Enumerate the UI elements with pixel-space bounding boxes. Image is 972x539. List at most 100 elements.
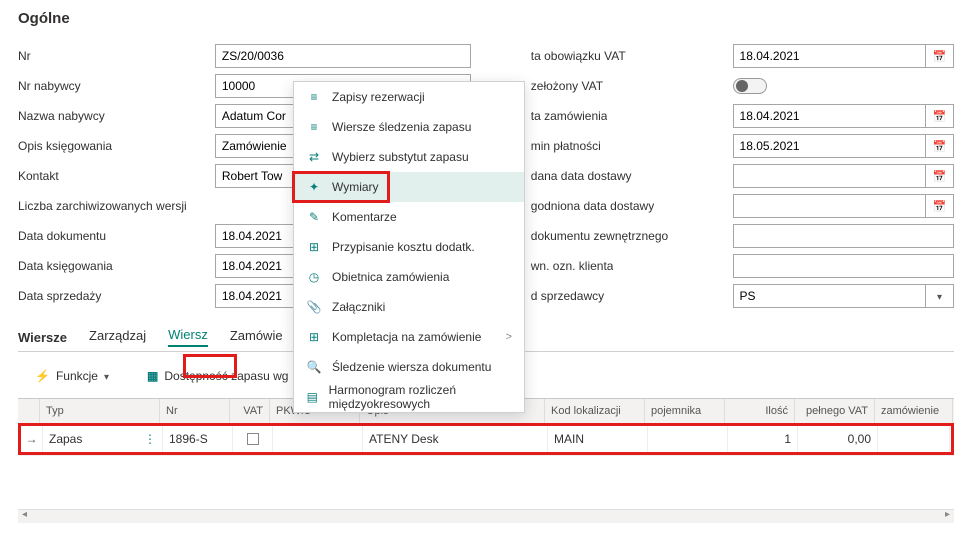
col-ilosc[interactable]: Ilość <box>725 399 795 423</box>
row-menu-icon[interactable]: ⋮ <box>144 432 156 446</box>
context-menu: ≡ Zapisy rezerwacji ≡ Wiersze śledzenia zap… <box>293 81 525 413</box>
tab-zarzadzaj[interactable]: Zarządzaj <box>89 328 146 346</box>
field-label: Kontakt <box>18 169 59 183</box>
field-label: Data sprzedaży <box>18 289 101 303</box>
field-label: Nr nabywcy <box>18 79 81 93</box>
date-input[interactable] <box>733 164 926 188</box>
menu-item[interactable]: ▤ Harmonogram rozliczeń międzyokresowych <box>294 382 524 412</box>
cell-pelnvat: 0,00 <box>798 426 878 452</box>
menu-label: Przypisanie kosztu dodatk. <box>332 240 475 254</box>
field-input[interactable] <box>215 44 471 68</box>
col-zamowienie[interactable]: zamówienie <box>875 399 953 423</box>
col-pojemnika[interactable]: pojemnika <box>645 399 725 423</box>
menu-icon: ✎ <box>306 209 322 225</box>
menu-label: Komentarze <box>332 210 397 224</box>
menu-label: Obietnica zamówienia <box>332 270 449 284</box>
toolbar-funkcje-label: Funkcje <box>56 369 98 383</box>
menu-item[interactable]: ◷ Obietnica zamówienia <box>294 262 524 292</box>
grid-icon: ▦ <box>147 369 158 383</box>
date-input[interactable] <box>733 134 926 158</box>
menu-label: Śledzenie wiersza dokumentu <box>332 360 491 374</box>
cell-poj <box>648 426 728 452</box>
lines-grid: Typ Nr VAT PKWiU Opis Kod lokalizacji po… <box>18 398 954 523</box>
menu-icon: 🔍 <box>306 359 322 375</box>
field-label: min płatności <box>531 139 601 153</box>
cell-lok: MAIN <box>548 426 648 452</box>
menu-item[interactable]: ⊞ Kompletacja na zamówienie > <box>294 322 524 352</box>
menu-item[interactable]: 📎Załączniki <box>294 292 524 322</box>
field-label: zełożony VAT <box>531 79 603 93</box>
field-label: dokumentu zewnętrznego <box>531 229 668 243</box>
calendar-icon <box>933 169 947 183</box>
menu-label: Wymiary <box>332 180 379 194</box>
menu-icon: ⊞ <box>306 329 322 345</box>
menu-item[interactable]: ⊞Przypisanie kosztu dodatk. <box>294 232 524 262</box>
field-label: godniona data dostawy <box>531 199 654 213</box>
toolbar-dostepnosc[interactable]: ▦ Dostępność zapasu wg <box>136 364 310 388</box>
menu-label: Zapisy rezerwacji <box>332 90 425 104</box>
calendar-button[interactable] <box>926 164 954 188</box>
calendar-button[interactable] <box>926 194 954 218</box>
field-label: Liczba zarchiwizowanych wersji <box>18 199 187 213</box>
submenu-icon: > <box>506 331 512 343</box>
field-label: ta obowiązku VAT <box>531 49 626 63</box>
tab-zamowienie[interactable]: Zamówie <box>230 328 283 346</box>
vat-toggle[interactable] <box>733 78 767 94</box>
field-label: Opis księgowania <box>18 139 112 153</box>
dropdown-button[interactable] <box>926 284 954 308</box>
date-input[interactable] <box>733 194 926 218</box>
section-title: Ogólne <box>18 10 954 27</box>
text-input[interactable] <box>733 254 954 278</box>
col-vat[interactable]: VAT <box>230 399 270 423</box>
date-input[interactable] <box>733 44 926 68</box>
calendar-icon <box>933 139 947 153</box>
menu-item[interactable]: ✦Wymiary <box>294 172 524 202</box>
menu-item[interactable]: ✎ Komentarze <box>294 202 524 232</box>
calendar-button[interactable] <box>926 134 954 158</box>
calendar-button[interactable] <box>926 104 954 128</box>
menu-item[interactable]: ≡ Zapisy rezerwacji <box>294 82 524 112</box>
cell-nr: 1896-S <box>163 426 233 452</box>
menu-icon: ◷ <box>306 269 322 285</box>
menu-item[interactable]: 🔍 Śledzenie wiersza dokumentu <box>294 352 524 382</box>
menu-item[interactable]: ≡ Wiersze śledzenia zapasu <box>294 112 524 142</box>
field-label: d sprzedawcy <box>531 289 604 303</box>
select-input[interactable] <box>733 284 926 308</box>
lines-section-label: Wiersze <box>18 330 67 345</box>
field-label: dana data dostawy <box>531 169 632 183</box>
cell-pkwiu <box>273 426 363 452</box>
menu-icon: 📎 <box>306 299 322 315</box>
calendar-button[interactable] <box>926 44 954 68</box>
menu-item[interactable]: ⇄Wybierz substytut zapasu <box>294 142 524 172</box>
text-input[interactable] <box>733 224 954 248</box>
col-pelnego-vat[interactable]: pełnego VAT <box>795 399 875 423</box>
calendar-icon <box>933 199 947 213</box>
menu-label: Harmonogram rozliczeń międzyokresowych <box>329 383 512 411</box>
col-kod-lok[interactable]: Kod lokalizacji <box>545 399 645 423</box>
blank-rows <box>18 455 954 509</box>
highlight-row: → Zapas ⋮ 1896-S ATENY Desk MAIN 1 0,00 <box>18 423 954 455</box>
col-typ[interactable]: Typ <box>40 399 160 423</box>
menu-label: Kompletacja na zamówienie <box>332 330 481 344</box>
field-label: wn. ozn. klienta <box>531 259 614 273</box>
chevron-down-icon <box>937 289 942 303</box>
cell-opis: ATENY Desk <box>363 426 548 452</box>
calendar-icon <box>933 49 947 63</box>
menu-icon: ≡ <box>306 119 322 135</box>
table-row[interactable]: → Zapas ⋮ 1896-S ATENY Desk MAIN 1 0,00 <box>21 426 951 452</box>
cell-vat-checkbox[interactable] <box>247 433 259 445</box>
field-label: Data księgowania <box>18 259 113 273</box>
menu-label: Wiersze śledzenia zapasu <box>332 120 471 134</box>
row-indicator-icon: → <box>21 426 43 452</box>
toolbar-funkcje[interactable]: ⚡ Funkcje <box>24 364 120 388</box>
menu-icon: ▤ <box>306 389 319 405</box>
tab-wiersz[interactable]: Wiersz <box>168 327 208 347</box>
col-nr[interactable]: Nr <box>160 399 230 423</box>
horizontal-scrollbar[interactable] <box>18 509 954 523</box>
menu-icon: ≡ <box>306 89 322 105</box>
toolbar-dostepnosc-label: Dostępność zapasu wg <box>164 369 288 383</box>
field-label: Nazwa nabywcy <box>18 109 105 123</box>
date-input[interactable] <box>733 104 926 128</box>
chevron-down-icon <box>104 369 109 383</box>
calendar-icon <box>933 109 947 123</box>
